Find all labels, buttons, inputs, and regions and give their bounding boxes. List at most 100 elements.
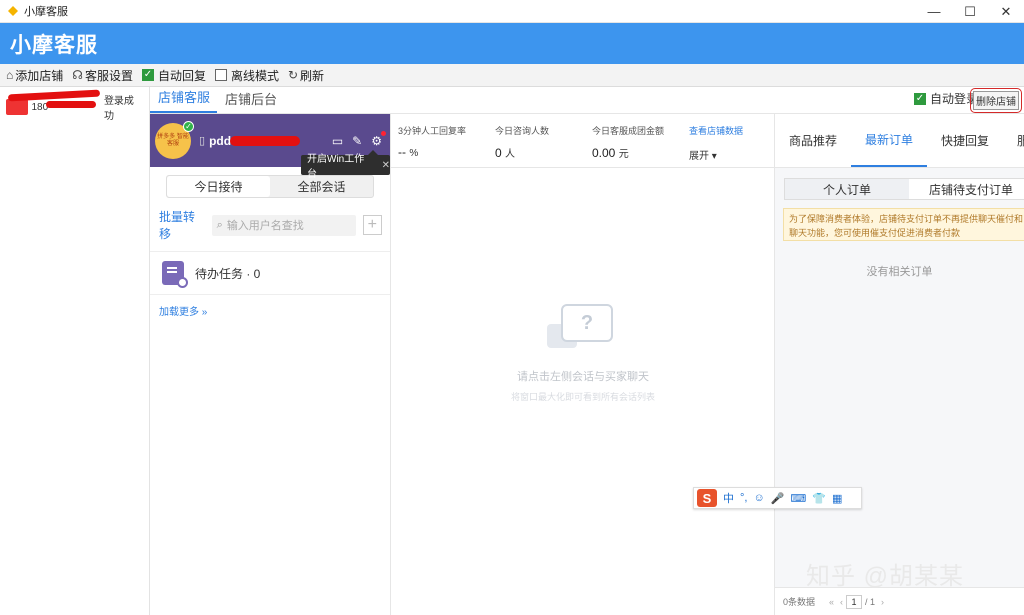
auto-reply-label: 自动回复 xyxy=(157,68,206,83)
microphone-icon[interactable]: 🎤 xyxy=(771,492,785,505)
delete-store-button[interactable]: 删除店铺 xyxy=(973,91,1019,110)
emoji-icon[interactable]: ☺ xyxy=(753,492,764,504)
stat-label: 3分钟人工回复率 xyxy=(398,126,467,136)
tab-service[interactable]: 服务 xyxy=(1003,114,1024,167)
shop-name: pdd xyxy=(209,133,232,148)
workbench-icon[interactable]: ▭ xyxy=(332,134,343,148)
checkbox-checked-icon: ✓ xyxy=(913,92,926,105)
search-input[interactable]: ⌕ 输入用户名查找 xyxy=(211,214,356,236)
minimize-button[interactable]: — xyxy=(916,0,952,23)
todo-label: 待办任务 · 0 xyxy=(195,266,261,281)
gear-icon[interactable]: ⚙ xyxy=(371,131,386,148)
keyboard-icon[interactable]: ⌨ xyxy=(790,492,806,505)
toolbox-icon[interactable]: ▦ xyxy=(832,492,842,505)
skin-icon[interactable]: 👕 xyxy=(812,492,826,505)
tooltip-close-icon[interactable]: ✕ xyxy=(382,160,390,171)
empty-state-subtitle: 将窗口最大化即可看到所有会话列表 xyxy=(510,392,655,402)
empty-state-title: 请点击左侧会话与买家聊天 xyxy=(517,371,649,383)
brand-title: 小摩客服 xyxy=(10,33,98,57)
tab-quick-reply[interactable]: 快捷回复 xyxy=(927,114,1003,167)
redaction-mark xyxy=(7,89,101,102)
store-avatar xyxy=(6,99,28,115)
stat-unit: 人 xyxy=(505,149,516,160)
store-item[interactable]: 180 登录成功 xyxy=(0,87,149,127)
chat-area: 3分钟人工回复率 -- % 今日咨询人数 0 人 今日客服成团金额 0.00 元… xyxy=(391,114,775,615)
edit-icon[interactable]: ✎ xyxy=(352,134,362,148)
pagination: 0条数据 « ‹ 1 / 1 › xyxy=(775,587,1024,615)
punctuation-icon[interactable]: °, xyxy=(740,492,747,504)
search-row: 批量转移 ⌕ 输入用户名查找 + xyxy=(150,198,390,242)
cs-settings-button[interactable]: ☊ 客服设置 xyxy=(72,67,133,84)
close-button[interactable]: ✕ xyxy=(988,0,1024,23)
stat-label: 今日客服成团金额 xyxy=(592,126,665,136)
shop-logo[interactable]: 拼多多 智能客服 ✓ xyxy=(155,120,194,159)
store-data-section: 查看店铺数据 展开 ▾ xyxy=(689,114,743,167)
headset-icon: ☊ xyxy=(72,68,83,82)
stat-label: 今日咨询人数 xyxy=(495,126,550,136)
tooltip-text: 开启Win工作台 xyxy=(307,154,365,180)
checkbox-checked-icon: ✓ xyxy=(141,69,154,81)
batch-transfer-link[interactable]: 批量转移 xyxy=(159,208,206,242)
load-more-link[interactable]: 加载更多 » xyxy=(150,295,390,326)
tab-latest-orders[interactable]: 最新订单 xyxy=(851,114,928,167)
shop-logo-text: 拼多多 智能客服 xyxy=(157,133,189,147)
stats-bar: 3分钟人工回复率 -- % 今日咨询人数 0 人 今日客服成团金额 0.00 元… xyxy=(391,114,774,168)
tab-store-backend[interactable]: 店铺后台 xyxy=(217,89,284,113)
stat-unit: 元 xyxy=(618,149,629,160)
order-segment: 个人订单 店铺待支付订单 xyxy=(784,178,1024,200)
record-count: 0条数据 xyxy=(783,597,816,607)
search-icon: ⌕ xyxy=(216,218,223,231)
offline-mode-checkbox[interactable]: 离线模式 xyxy=(214,67,279,84)
maximize-button[interactable]: ☐ xyxy=(952,0,988,23)
stat-unit: % xyxy=(409,148,419,159)
auto-reply-checkbox[interactable]: ✓ 自动回复 xyxy=(141,67,206,84)
segment-pending-payment-orders[interactable]: 店铺待支付订单 xyxy=(909,179,1024,199)
empty-state: ? 请点击左侧会话与买家聊天 将窗口最大化即可看到所有会话列表 xyxy=(391,294,775,403)
conversation-panel: 拼多多 智能客服 ✓ ▯ pdd ▭ ✎ ⚙ 今日接待 全部会话 批量转移 ⌕ … xyxy=(150,114,391,615)
store-login-status: 登录成功 xyxy=(103,96,134,122)
stat-group-amount: 今日客服成团金额 0.00 元 xyxy=(592,114,689,167)
add-store-button[interactable]: ⌂ 添加店铺 xyxy=(6,67,63,84)
question-bubble: ? xyxy=(561,304,613,342)
add-icon[interactable]: + xyxy=(362,215,383,235)
segment-personal-orders[interactable]: 个人订单 xyxy=(785,179,909,199)
app-logo-icon xyxy=(6,4,20,18)
no-orders-text: 没有相关订单 xyxy=(866,266,933,278)
view-store-data-link[interactable]: 查看店铺数据 xyxy=(689,124,743,137)
expand-button[interactable]: 展开 ▾ xyxy=(689,147,743,162)
delete-store-highlight: 删除店铺 xyxy=(970,88,1022,113)
clock-icon xyxy=(177,277,188,288)
home-icon: ⌂ xyxy=(6,68,14,82)
refresh-label: 刷新 xyxy=(300,68,325,83)
page-input[interactable]: 1 xyxy=(846,594,863,609)
checkbox-unchecked-icon xyxy=(214,69,227,81)
auto-login-checkbox[interactable]: ✓ 自动登录 xyxy=(913,90,978,107)
brand-header: 小摩客服 xyxy=(0,23,1024,64)
stat-consult-count: 今日咨询人数 0 人 xyxy=(495,114,592,167)
tab-store-cs[interactable]: 店铺客服 xyxy=(150,87,218,113)
page-total: / 1 xyxy=(865,596,876,607)
right-tabs: 商品推荐 最新订单 快捷回复 服务 xyxy=(775,114,1024,168)
next-page-icon[interactable]: › xyxy=(881,597,884,607)
main-toolbar: ⌂ 添加店铺 ☊ 客服设置 ✓ 自动回复 离线模式 ↻ 刷新 xyxy=(0,64,1024,87)
stat-value: 0 xyxy=(495,146,502,160)
stat-value: 0.00 xyxy=(592,146,616,160)
cs-settings-label: 客服设置 xyxy=(84,68,133,83)
tab-product-recommend[interactable]: 商品推荐 xyxy=(775,114,851,167)
offline-mode-label: 离线模式 xyxy=(230,68,279,83)
notification-dot xyxy=(381,131,386,136)
search-placeholder: 输入用户名查找 xyxy=(226,220,304,232)
refresh-button[interactable]: ↻ 刷新 xyxy=(288,67,324,84)
todo-list-icon xyxy=(162,261,188,288)
stat-value: -- xyxy=(398,145,406,159)
sogou-logo-icon[interactable]: S xyxy=(697,489,717,507)
segment-today[interactable]: 今日接待 xyxy=(167,176,270,197)
todo-task-item[interactable]: 待办任务 · 0 xyxy=(150,251,390,295)
phone-icon: ▯ xyxy=(199,135,206,147)
first-page-icon[interactable]: « xyxy=(829,597,834,607)
online-check-icon: ✓ xyxy=(183,120,194,132)
prev-page-icon[interactable]: ‹ xyxy=(840,597,843,607)
watermark: 知乎 @胡某某 xyxy=(806,563,965,590)
ime-language-toggle[interactable]: 中 xyxy=(723,490,734,506)
window-title: 小摩客服 xyxy=(24,6,68,18)
